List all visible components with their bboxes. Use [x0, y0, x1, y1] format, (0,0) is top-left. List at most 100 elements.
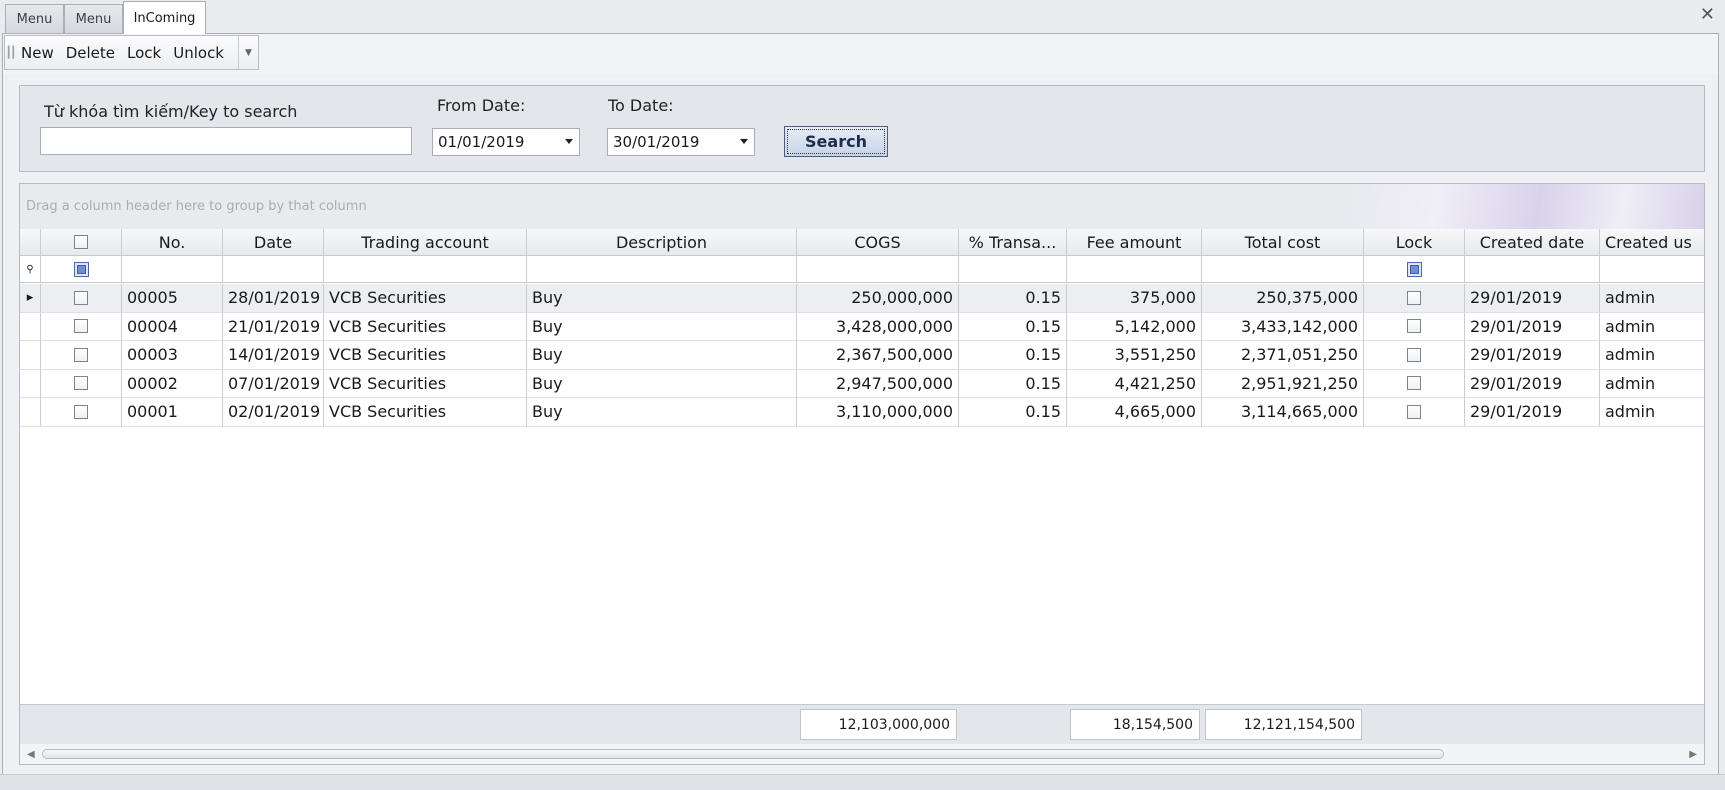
cell-account[interactable]: VCB Securities — [324, 398, 527, 426]
cell-fee[interactable]: 4,421,250 — [1067, 369, 1202, 397]
column-header-fee-amount[interactable]: Fee amount — [1067, 229, 1202, 255]
column-header-pct-transaction[interactable]: % Transa... — [959, 229, 1067, 255]
tab-incoming[interactable]: InComing — [123, 1, 206, 34]
tab-menu-2[interactable]: Menu — [64, 4, 123, 34]
toolbar-customize-dropdown-icon[interactable]: ▼ — [238, 36, 258, 69]
cell-created-date[interactable]: 29/01/2019 — [1465, 312, 1600, 340]
table-row[interactable]: 00004 21/01/2019 VCB Securities Buy 3,428,00… — [20, 312, 1704, 341]
row-select-cell[interactable] — [41, 398, 122, 426]
table-row[interactable]: 00001 02/01/2019 VCB Securities Buy 3,110,00… — [20, 398, 1704, 427]
new-button[interactable]: New — [15, 36, 60, 69]
search-button[interactable]: Search — [784, 126, 888, 157]
column-header-description[interactable]: Description — [527, 229, 797, 255]
column-header-date[interactable]: Date — [223, 229, 324, 255]
filter-description[interactable] — [527, 256, 797, 282]
cell-created-date[interactable]: 29/01/2019 — [1465, 341, 1600, 369]
cell-no[interactable]: 00002 — [122, 369, 223, 397]
unlock-button[interactable]: Unlock — [167, 36, 230, 69]
cell-description[interactable]: Buy — [527, 312, 797, 340]
cell-cogs[interactable]: 3,428,000,000 — [797, 312, 959, 340]
toolbar-grip-icon[interactable]: ┃┃ — [5, 36, 16, 69]
cell-description[interactable]: Buy — [527, 369, 797, 397]
row-select-checkbox[interactable] — [74, 319, 88, 334]
cell-no[interactable]: 00003 — [122, 341, 223, 369]
cell-pct[interactable]: 0.15 — [959, 369, 1067, 397]
cell-date[interactable]: 02/01/2019 — [223, 398, 324, 426]
cell-cogs[interactable]: 2,367,500,000 — [797, 341, 959, 369]
row-lock-checkbox[interactable] — [1407, 404, 1421, 419]
row-lock-cell[interactable] — [1364, 341, 1465, 369]
chevron-down-icon[interactable] — [740, 139, 748, 144]
scroll-right-icon[interactable]: ▶ — [1689, 749, 1697, 760]
cell-description[interactable]: Buy — [527, 398, 797, 426]
tab-menu-1[interactable]: Menu — [5, 4, 64, 34]
column-header-lock[interactable]: Lock — [1364, 229, 1465, 255]
filter-fee[interactable] — [1067, 256, 1202, 282]
cell-cogs[interactable]: 2,947,500,000 — [797, 369, 959, 397]
cell-total[interactable]: 3,114,665,000 — [1202, 398, 1364, 426]
group-by-panel[interactable]: Drag a column header here to group by th… — [20, 184, 1704, 229]
filter-select[interactable] — [41, 256, 122, 282]
cell-created-date[interactable]: 29/01/2019 — [1465, 398, 1600, 426]
cell-fee[interactable]: 3,551,250 — [1067, 341, 1202, 369]
filter-pct[interactable] — [959, 256, 1067, 282]
table-row[interactable]: ▸ 00005 28/01/2019 VCB Securities Buy 250,000… — [20, 284, 1704, 313]
filter-total[interactable] — [1202, 256, 1364, 282]
row-select-checkbox[interactable] — [74, 404, 88, 419]
column-header-created-user[interactable]: Created us — [1600, 229, 1704, 255]
row-select-cell[interactable] — [41, 341, 122, 369]
cell-cogs[interactable]: 3,110,000,000 — [797, 398, 959, 426]
cell-created-date[interactable]: 29/01/2019 — [1465, 369, 1600, 397]
cell-account[interactable]: VCB Securities — [324, 284, 527, 312]
select-all-checkbox[interactable] — [74, 235, 88, 249]
filter-no[interactable] — [122, 256, 223, 282]
cell-cogs[interactable]: 250,000,000 — [797, 284, 959, 312]
cell-created-date[interactable]: 29/01/2019 — [1465, 284, 1600, 312]
filter-date[interactable] — [223, 256, 324, 282]
cell-created-user[interactable]: admin — [1600, 398, 1704, 426]
cell-created-user[interactable]: admin — [1600, 370, 1704, 398]
row-lock-checkbox[interactable] — [1407, 347, 1421, 362]
cell-no[interactable]: 00005 — [122, 284, 223, 312]
row-select-checkbox[interactable] — [74, 376, 88, 391]
cell-account[interactable]: VCB Securities — [324, 341, 527, 369]
horizontal-scrollbar[interactable]: ◀ ▶ — [20, 744, 1704, 764]
cell-created-user[interactable]: admin — [1600, 341, 1704, 369]
cell-total[interactable]: 2,371,051,250 — [1202, 341, 1364, 369]
row-select-checkbox[interactable] — [74, 347, 88, 362]
to-date-picker[interactable]: 30/01/2019 — [607, 128, 755, 156]
filter-created-date[interactable] — [1465, 256, 1600, 282]
column-header-trading-account[interactable]: Trading account — [324, 229, 527, 255]
cell-no[interactable]: 00001 — [122, 398, 223, 426]
row-lock-checkbox[interactable] — [1407, 376, 1421, 391]
cell-pct[interactable]: 0.15 — [959, 284, 1067, 312]
filter-checkbox[interactable] — [73, 261, 89, 277]
row-lock-cell[interactable] — [1364, 284, 1465, 312]
filter-cogs[interactable] — [797, 256, 959, 282]
row-lock-cell[interactable] — [1364, 312, 1465, 340]
table-row[interactable]: 00003 14/01/2019 VCB Securities Buy 2,367,50… — [20, 341, 1704, 370]
cell-created-user[interactable]: admin — [1600, 313, 1704, 341]
column-header-no[interactable]: No. — [122, 229, 223, 255]
cell-date[interactable]: 07/01/2019 — [223, 369, 324, 397]
delete-button[interactable]: Delete — [60, 36, 121, 69]
row-select-cell[interactable] — [41, 369, 122, 397]
header-select-all[interactable] — [41, 229, 122, 255]
cell-account[interactable]: VCB Securities — [324, 312, 527, 340]
row-lock-checkbox[interactable] — [1407, 290, 1421, 305]
column-header-cogs[interactable]: COGS — [797, 229, 959, 255]
table-row[interactable]: 00002 07/01/2019 VCB Securities Buy 2,947,50… — [20, 369, 1704, 398]
filter-created-user[interactable] — [1600, 256, 1704, 282]
cell-description[interactable]: Buy — [527, 341, 797, 369]
cell-pct[interactable]: 0.15 — [959, 312, 1067, 340]
cell-account[interactable]: VCB Securities — [324, 369, 527, 397]
filter-trading-account[interactable] — [324, 256, 527, 282]
cell-pct[interactable]: 0.15 — [959, 398, 1067, 426]
cell-date[interactable]: 14/01/2019 — [223, 341, 324, 369]
cell-total[interactable]: 250,375,000 — [1202, 284, 1364, 312]
row-select-cell[interactable] — [41, 284, 122, 312]
cell-total[interactable]: 2,951,921,250 — [1202, 369, 1364, 397]
filter-lock[interactable] — [1364, 256, 1465, 282]
cell-fee[interactable]: 5,142,000 — [1067, 312, 1202, 340]
lock-button[interactable]: Lock — [121, 36, 167, 69]
